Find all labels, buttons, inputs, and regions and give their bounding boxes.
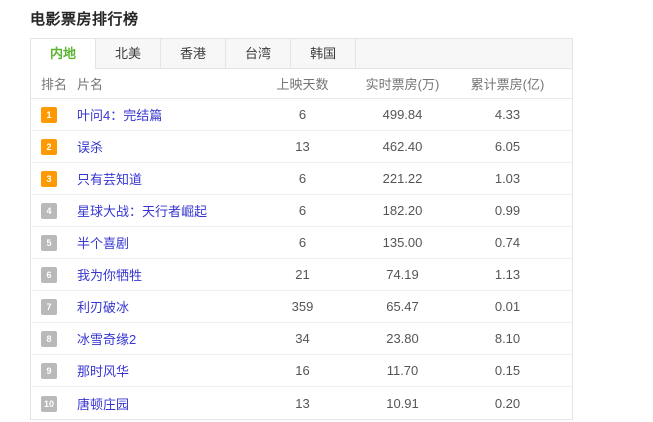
realtime-box-office: 499.84 [382,107,423,122]
table-body: 1 叶问4：完结篇 6 499.84 4.33 2 误杀 13 462.40 6… [31,99,572,419]
table-row: 7 利刃破冰 359 65.47 0.01 [31,291,572,323]
table-row: 6 我为你牺牲 21 74.19 1.13 [31,259,572,291]
total-box-office: 8.10 [494,331,521,346]
total-box-office: 0.01 [494,299,521,314]
rank-badge: 4 [41,203,57,219]
movie-title-link[interactable]: 只有芸知道 [77,172,142,187]
total-box-office: 1.03 [494,171,521,186]
days-on-release: 6 [298,107,307,122]
box-office-panel: 内地 北美 香港 台湾 韩国 排名 片名 上映天数 实时票房(万) 累计票房(亿) 1 … [30,38,573,420]
days-on-release: 359 [291,299,314,314]
table-row: 3 只有芸知道 6 221.22 1.03 [31,163,572,195]
realtime-box-office: 11.70 [386,363,419,378]
header-realtime: 实时票房(万) [365,77,440,92]
total-box-office: 0.74 [494,235,521,250]
realtime-box-office: 135.00 [382,235,423,250]
header-rank: 排名 [41,77,68,92]
days-on-release: 6 [298,171,307,186]
table-row: 8 冰雪奇缘2 34 23.80 8.10 [31,323,572,355]
total-box-office: 4.33 [494,107,521,122]
movie-title-link[interactable]: 星球大战：天行者崛起 [77,204,207,219]
movie-title-link[interactable]: 半个喜剧 [77,236,129,251]
days-on-release: 13 [295,139,310,154]
page: 电影票房排行榜 内地 北美 香港 台湾 韩国 排名 片名 上映天数 实时票房(万) 累计… [0,0,653,420]
realtime-box-office: 65.47 [386,299,419,314]
tab-north-america[interactable]: 北美 [96,39,162,69]
days-on-release: 34 [295,331,310,346]
realtime-box-office: 10.91 [386,395,419,411]
header-title: 片名 [77,77,104,92]
rank-badge: 8 [41,331,57,347]
table-row: 1 叶问4：完结篇 6 499.84 4.33 [31,99,572,131]
rank-badge: 10 [41,395,57,412]
total-box-office: 0.15 [494,363,521,378]
movie-title-link[interactable]: 冰雪奇缘2 [77,332,136,347]
realtime-box-office: 182.20 [382,203,423,218]
rank-badge: 3 [41,171,57,187]
days-on-release: 13 [295,395,310,411]
tab-mainland[interactable]: 内地 [31,39,97,69]
total-box-office: 0.99 [494,203,521,218]
days-on-release: 6 [298,203,307,218]
rank-badge: 6 [41,267,57,283]
table-row: 2 误杀 13 462.40 6.05 [31,131,572,163]
tab-hongkong[interactable]: 香港 [161,39,227,69]
tab-bar: 内地 北美 香港 台湾 韩国 [31,39,572,69]
days-on-release: 21 [295,267,310,282]
page-title: 电影票房排行榜 [30,11,139,28]
table-header-row: 排名 片名 上映天数 实时票房(万) 累计票房(亿) [31,69,572,99]
realtime-box-office: 23.80 [386,331,419,346]
movie-title-link[interactable]: 唐顿庄园 [77,397,129,412]
rank-badge: 7 [41,299,57,315]
realtime-box-office: 462.40 [382,139,423,154]
table-row: 5 半个喜剧 6 135.00 0.74 [31,227,572,259]
table-row: 9 那时风华 16 11.70 0.15 [31,355,572,387]
movie-title-link[interactable]: 误杀 [77,140,103,155]
rank-badge: 5 [41,235,57,251]
total-box-office: 6.05 [494,139,521,154]
table-row: 10 唐顿庄园 13 10.91 0.20 [31,387,572,419]
days-on-release: 6 [298,235,307,250]
movie-title-link[interactable]: 叶问4：完结篇 [77,108,162,123]
total-box-office: 0.20 [494,395,521,411]
movie-title-link[interactable]: 利刃破冰 [77,300,129,315]
realtime-box-office: 221.22 [382,171,423,186]
table-row: 4 星球大战：天行者崛起 6 182.20 0.99 [31,195,572,227]
rank-badge: 1 [41,107,57,123]
rank-badge: 2 [41,139,57,155]
header-total: 累计票房(亿) [470,77,545,92]
total-box-office: 1.13 [494,267,521,282]
realtime-box-office: 74.19 [386,267,419,282]
tab-korea[interactable]: 韩国 [291,39,357,69]
tab-taiwan[interactable]: 台湾 [226,39,292,69]
movie-title-link[interactable]: 我为你牺牲 [77,268,142,283]
days-on-release: 16 [295,363,310,378]
movie-title-link[interactable]: 那时风华 [77,364,129,379]
header-days: 上映天数 [276,77,329,92]
rank-badge: 9 [41,363,57,379]
